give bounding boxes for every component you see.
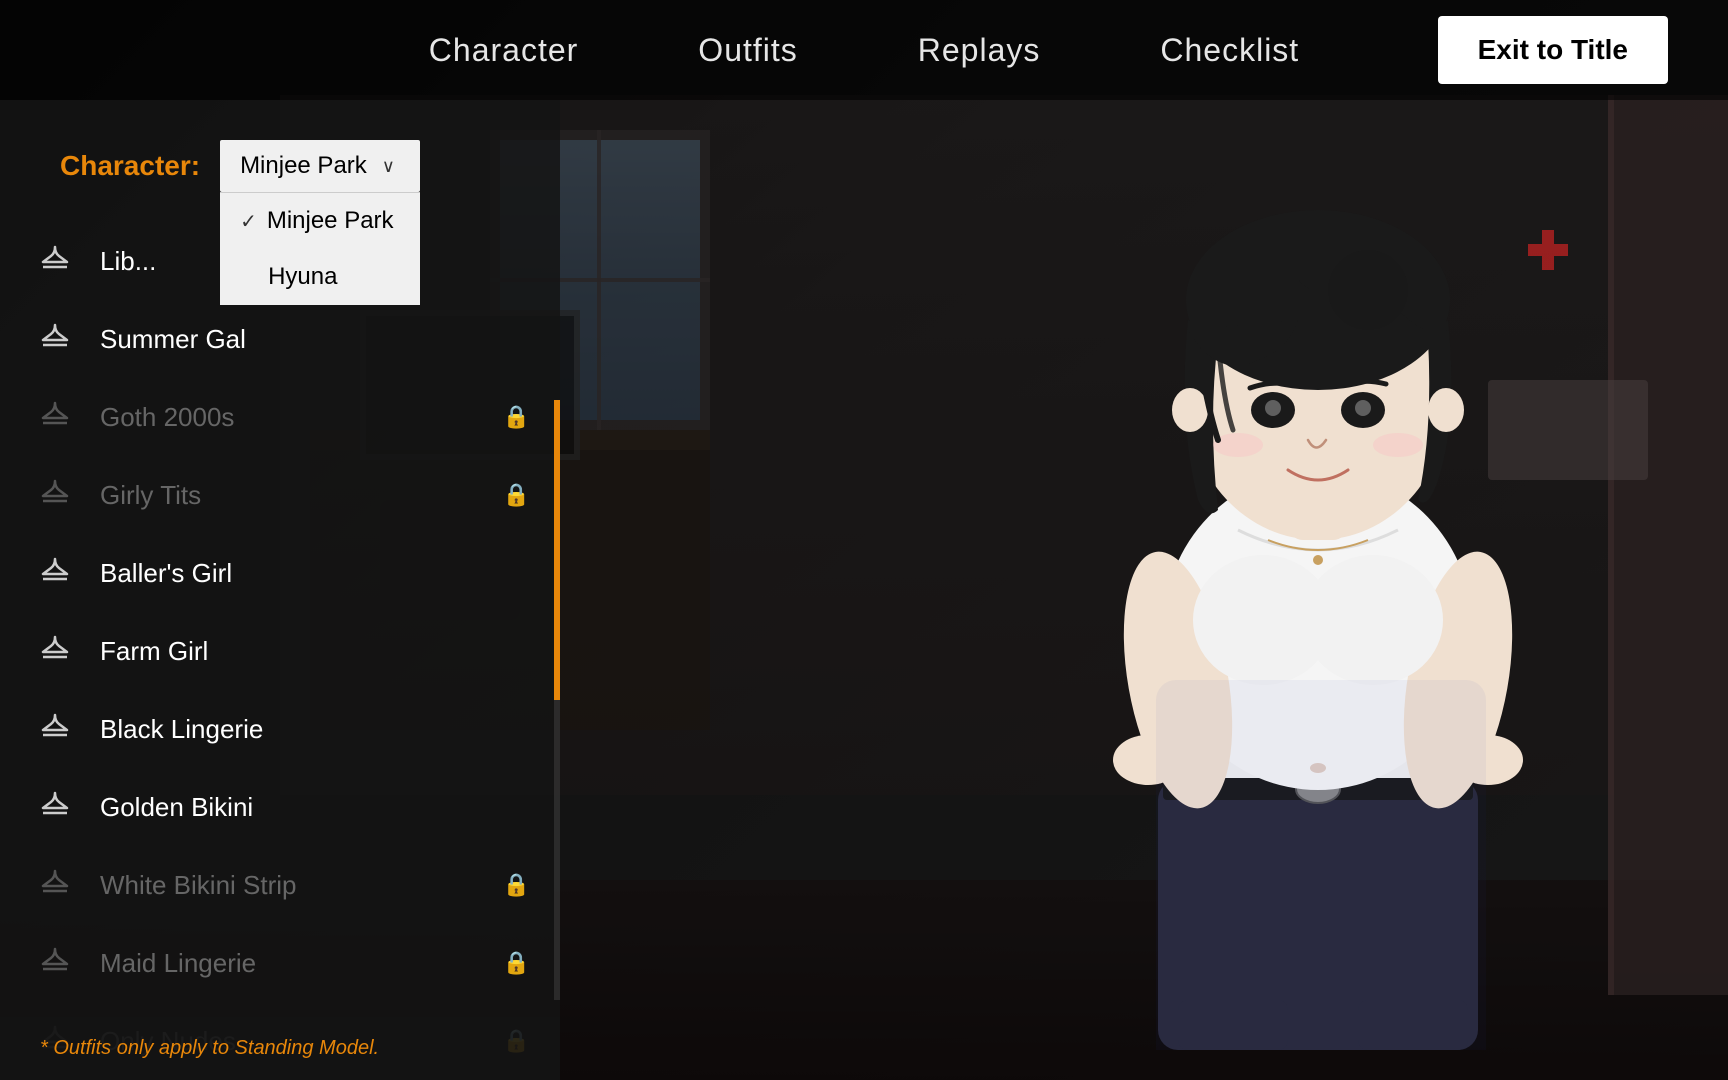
left-panel: Character: Minjee Park ∨ ✓ Minjee Park H…	[0, 100, 560, 1080]
hanger-icon	[30, 314, 80, 364]
lock-icon: 🔒	[503, 482, 530, 508]
chevron-down-icon: ∨	[382, 156, 395, 177]
footer-text: * Outfits only apply to Standing Model.	[40, 1037, 379, 1059]
hanger-icon	[30, 938, 80, 988]
outfit-item-maid-lingerie[interactable]: Maid Lingerie 🔒	[0, 924, 560, 1002]
outfit-item-ballers-girl[interactable]: Baller's Girl	[0, 534, 560, 612]
character-label: Character:	[60, 150, 200, 182]
character-svg: yours.only.	[998, 100, 1648, 1050]
outfit-name: White Bikini Strip	[100, 870, 297, 901]
nav-outfits[interactable]: Outfits	[698, 32, 797, 69]
character-dropdown[interactable]: Minjee Park ∨ ✓ Minjee Park Hyuna	[220, 140, 420, 192]
hanger-icon	[30, 548, 80, 598]
lock-icon: 🔒	[503, 872, 530, 898]
outfit-item-summer-gal[interactable]: Summer Gal	[0, 300, 560, 378]
scrollbar[interactable]	[554, 400, 560, 1000]
outfit-list: Lib... Summer Gal Goth 2000s 🔒 Girly Tit…	[0, 222, 560, 1080]
dropdown-item-label: Hyuna	[268, 263, 337, 291]
dropdown-item-minjee[interactable]: ✓ Minjee Park	[220, 193, 420, 249]
outfit-item-black-lingerie[interactable]: Black Lingerie	[0, 690, 560, 768]
character-selected-value: Minjee Park	[240, 152, 367, 180]
footer-note: * Outfits only apply to Standing Model.	[0, 1017, 560, 1080]
exit-to-title-button[interactable]: Exit to Title	[1438, 16, 1668, 84]
hanger-icon	[30, 704, 80, 754]
nav-container: Character Outfits Replays Checklist	[429, 32, 1299, 69]
hanger-icon	[30, 860, 80, 910]
outfit-name: Summer Gal	[100, 324, 246, 355]
outfit-name: Goth 2000s	[100, 402, 234, 433]
outfit-item-farm-girl[interactable]: Farm Girl	[0, 612, 560, 690]
outfit-item-golden-bikini[interactable]: Golden Bikini	[0, 768, 560, 846]
character-dropdown-menu: ✓ Minjee Park Hyuna	[220, 192, 420, 305]
character-selector: Character: Minjee Park ∨ ✓ Minjee Park H…	[0, 120, 560, 212]
dropdown-item-label: Minjee Park	[267, 207, 394, 235]
character-dropdown-button[interactable]: Minjee Park ∨	[220, 140, 420, 192]
check-icon: ✓	[240, 209, 257, 234]
outfit-item-white-bikini-strip[interactable]: White Bikini Strip 🔒	[0, 846, 560, 924]
outfit-item-goth-2000s[interactable]: Goth 2000s 🔒	[0, 378, 560, 456]
outfit-name: Maid Lingerie	[100, 948, 256, 979]
outfit-name: Farm Girl	[100, 636, 208, 667]
nav-checklist[interactable]: Checklist	[1160, 32, 1299, 69]
nav-character[interactable]: Character	[429, 32, 579, 69]
hanger-icon	[30, 470, 80, 520]
character-illustration: yours.only.	[998, 80, 1648, 1050]
hanger-icon	[30, 392, 80, 442]
lock-icon: 🔒	[503, 950, 530, 976]
outfit-name: Lib...	[100, 246, 156, 277]
outfit-name: Golden Bikini	[100, 792, 253, 823]
nav-replays[interactable]: Replays	[918, 32, 1041, 69]
lock-icon: 🔒	[503, 404, 530, 430]
hanger-icon	[30, 782, 80, 832]
outfit-name: Baller's Girl	[100, 558, 232, 589]
topbar: Character Outfits Replays Checklist Exit…	[0, 0, 1728, 100]
scrollbar-thumb	[554, 400, 560, 700]
hanger-icon	[30, 236, 80, 286]
hanger-icon	[30, 626, 80, 676]
outfit-name: Black Lingerie	[100, 714, 263, 745]
dropdown-item-hyuna[interactable]: Hyuna	[220, 249, 420, 305]
outfit-item-girly-tits[interactable]: Girly Tits 🔒	[0, 456, 560, 534]
outfit-name: Girly Tits	[100, 480, 201, 511]
